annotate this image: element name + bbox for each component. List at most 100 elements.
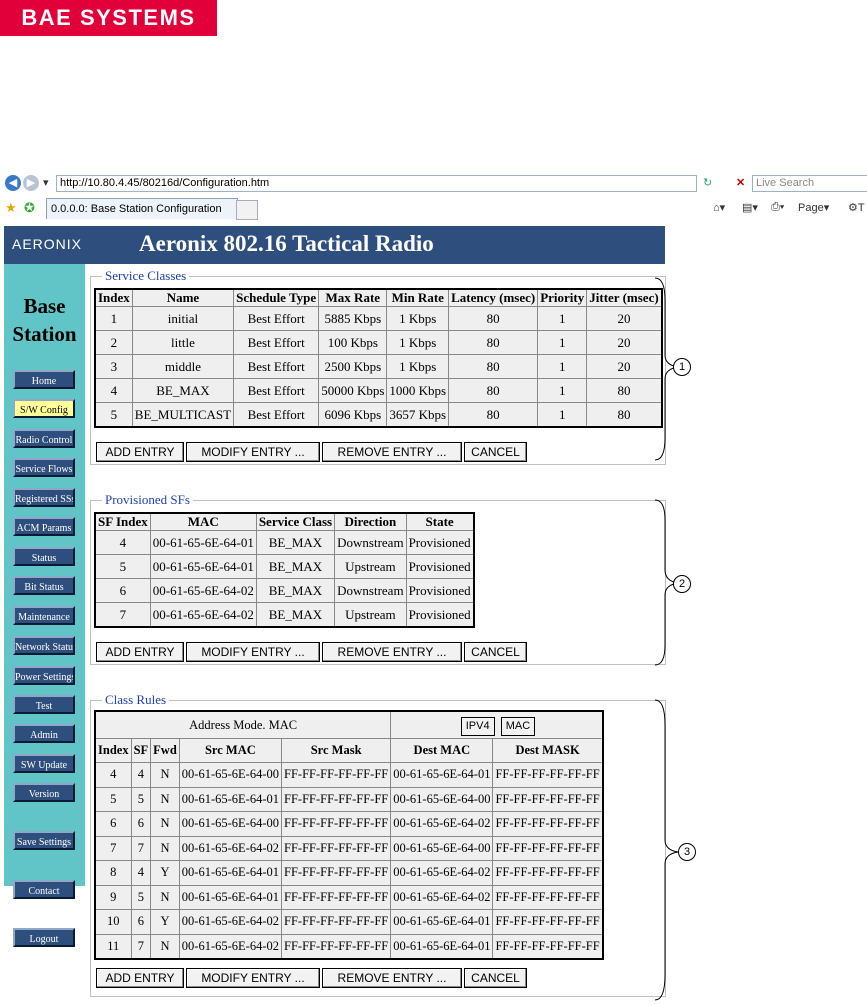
browser-tab[interactable]: 0.0.0.0: Base Station Configuration (46, 198, 238, 219)
class-rule-row[interactable]: 11 7 N 00-61-65-6E-64-02 FF-FF-FF-FF-FF-FF 00… (94, 933, 604, 960)
sc-modify-entry-button[interactable]: MODIFY ENTRY ... (186, 442, 320, 462)
class-rule-row[interactable]: 8 4 Y 00-61-65-6E-64-01 FF-FF-FF-FF-FF-FF 00-… (94, 860, 604, 886)
col-dest-mac: Dest MAC (390, 738, 494, 763)
class-rule-row[interactable]: 5 5 N 00-61-65-6E-64-01 FF-FF-FF-FF-FF-FF 00-… (94, 786, 604, 812)
service-class-row[interactable]: 5 BE_MULTICAST Best Effort 6096 Kbps 3657 Kb… (94, 402, 663, 428)
nav-acm-params[interactable]: ACM Params (13, 517, 75, 536)
nav-sw-update[interactable]: SW Update (13, 754, 75, 773)
dest-mask-cell: FF-FF-FF-FF-FF-FF (492, 762, 604, 788)
sc-remove-entry-button[interactable]: REMOVE ENTRY ... (322, 442, 462, 462)
dest-mac-cell: 00-61-65-6E-64-00 (390, 786, 494, 812)
sf-index-cell: 7 (94, 602, 151, 628)
address-input[interactable]: http://10.80.4.45/80216d/Configuration.h… (56, 175, 697, 192)
col-src-mac: Src MAC (178, 738, 283, 763)
src-mask-cell: FF-FF-FF-FF-FF-FF (280, 909, 392, 935)
sf-cell: 5 (130, 884, 152, 910)
nav-bit-status[interactable]: Bit Status (13, 576, 75, 595)
sf-add-entry-button[interactable]: ADD ENTRY (96, 642, 184, 662)
stop-icon[interactable]: ✕ (736, 176, 745, 189)
address-mode-row: Address Mode. MAC IPV4 MAC (94, 710, 604, 739)
class-rule-row[interactable]: 4 4 N 00-61-65-6E-64-00 FF-FF-FF-FF-FF-FF 00-… (94, 762, 604, 788)
logout-button[interactable]: Logout (13, 928, 75, 947)
cr-remove-entry-button[interactable]: REMOVE ENTRY ... (322, 968, 462, 988)
provisioned-sf-row[interactable]: 7 00-61-65-6E-64-02 BE_MAX Upstream Provisio… (94, 602, 475, 628)
add-favorites-icon[interactable]: ✪ (24, 200, 35, 216)
cr-modify-entry-button[interactable]: MODIFY ENTRY ... (186, 968, 320, 988)
fwd-cell: N (150, 884, 180, 910)
sc-add-entry-button[interactable]: ADD ENTRY (96, 442, 184, 462)
new-tab-button[interactable] (236, 200, 258, 220)
service-class-row[interactable]: 4 BE_MAX Best Effort 50000 Kbps 1000 Kbps 80 1… (94, 378, 663, 403)
nav-radio-control[interactable]: Radio Control (13, 429, 75, 448)
provisioned-sf-row[interactable]: 4 00-61-65-6E-64-01 BE_MAX Downstream Provis… (94, 530, 475, 555)
feeds-icon[interactable]: ▤▾ (742, 201, 758, 214)
cr-add-entry-button[interactable]: ADD ENTRY (96, 968, 184, 988)
nav-service-flows[interactable]: Service Flows (13, 458, 75, 477)
sidebar-title-line1: Base (23, 294, 66, 318)
dest-mask-cell: FF-FF-FF-FF-FF-FF (492, 811, 604, 837)
nav-maintenance[interactable]: Maintenance (13, 606, 75, 625)
refresh-icon[interactable]: ↻ (703, 176, 712, 189)
live-search-input[interactable]: Live Search (752, 175, 867, 192)
col-mac: MAC (149, 512, 257, 531)
history-dropdown-icon[interactable]: ▾ (43, 176, 49, 189)
index-cell: 4 (94, 762, 132, 788)
index-cell: 9 (94, 884, 132, 910)
nav-network-status[interactable]: Network Status (13, 636, 75, 655)
sf-cancel-button[interactable]: CANCEL (464, 642, 527, 662)
cr-cancel-button[interactable]: CANCEL (464, 968, 527, 988)
back-icon[interactable]: ◀ (5, 175, 21, 191)
class-rule-row[interactable]: 9 5 N 00-61-65-6E-64-01 FF-FF-FF-FF-FF-FF 00-… (94, 884, 604, 910)
dest-mask-cell: FF-FF-FF-FF-FF-FF (492, 835, 604, 861)
sc-cancel-button[interactable]: CANCEL (464, 442, 527, 462)
service-class-row[interactable]: 1 initial Best Effort 5885 Kbps 1 Kbps 80 1 20 (94, 306, 663, 331)
min-rate-cell: 1 Kbps (386, 306, 450, 331)
nav-status[interactable]: Status (13, 547, 75, 566)
nav-version[interactable]: Version (13, 783, 75, 802)
nav-home[interactable]: Home (13, 370, 75, 389)
col-fwd: Fwd (150, 738, 180, 763)
index-cell: 5 (94, 402, 133, 428)
name-cell: initial (131, 306, 235, 331)
index-cell: 1 (94, 306, 133, 331)
service-class-cell: BE_MAX (255, 554, 336, 579)
mac-cell: 00-61-65-6E-64-02 (149, 602, 257, 628)
forward-icon[interactable]: ▶ (23, 175, 39, 191)
save-settings-button[interactable]: Save Settings (13, 831, 75, 850)
priority-cell: 1 (537, 402, 588, 428)
page-menu[interactable]: Page▾ (798, 201, 829, 214)
provisioned-sf-row[interactable]: 6 00-61-65-6E-64-02 BE_MAX Downstream Provis… (94, 578, 475, 603)
priority-cell: 1 (537, 306, 588, 331)
dest-mask-cell: FF-FF-FF-FF-FF-FF (492, 786, 604, 812)
home-icon[interactable]: ⌂▾ (713, 201, 725, 214)
provisioned-sf-row[interactable]: 5 00-61-65-6E-64-01 BE_MAX Upstream Provisio… (94, 554, 475, 579)
service-class-row[interactable]: 3 middle Best Effort 2500 Kbps 1 Kbps 80 1 20 (94, 354, 663, 379)
nav-registered-sss[interactable]: Registered SSs (13, 488, 75, 507)
class-rule-row[interactable]: 7 7 N 00-61-65-6E-64-02 FF-FF-FF-FF-FF-FF 00-… (94, 835, 604, 861)
tools-gear-icon[interactable]: ⚙T (848, 201, 865, 214)
fwd-cell: N (150, 762, 180, 788)
ipv4-mode-button[interactable]: IPV4 (460, 717, 495, 736)
nav-test[interactable]: Test (13, 695, 75, 714)
print-icon[interactable]: ⎙▾ (771, 201, 784, 214)
sf-remove-entry-button[interactable]: REMOVE ENTRY ... (322, 642, 462, 662)
sf-modify-entry-button[interactable]: MODIFY ENTRY ... (186, 642, 320, 662)
src-mask-cell: FF-FF-FF-FF-FF-FF (280, 811, 392, 837)
src-mask-cell: FF-FF-FF-FF-FF-FF (280, 835, 392, 861)
mac-mode-button[interactable]: MAC (500, 717, 536, 736)
priority-cell: 1 (537, 354, 588, 379)
col-index: Index (94, 288, 133, 307)
nav-sw-config[interactable]: S/W Config (13, 399, 75, 418)
nav-contact[interactable]: Contact (13, 880, 75, 899)
class-rule-row[interactable]: 10 6 Y 00-61-65-6E-64-02 FF-FF-FF-FF-FF-FF 00… (94, 909, 604, 935)
src-mask-cell: FF-FF-FF-FF-FF-FF (280, 762, 392, 788)
min-rate-cell: 1 Kbps (386, 330, 450, 355)
class-rule-row[interactable]: 6 6 N 00-61-65-6E-64-00 FF-FF-FF-FF-FF-FF 00-… (94, 811, 604, 837)
service-class-row[interactable]: 2 little Best Effort 100 Kbps 1 Kbps 80 1 20 (94, 330, 663, 355)
src-mac-cell: 00-61-65-6E-64-02 (178, 835, 283, 861)
nav-power-settings[interactable]: Power Settings (13, 666, 75, 685)
max-rate-cell: 50000 Kbps (318, 378, 388, 403)
nav-admin[interactable]: Admin (13, 724, 75, 743)
callout-1: 1 (673, 358, 691, 376)
favorites-star-icon[interactable]: ★ (5, 200, 17, 216)
